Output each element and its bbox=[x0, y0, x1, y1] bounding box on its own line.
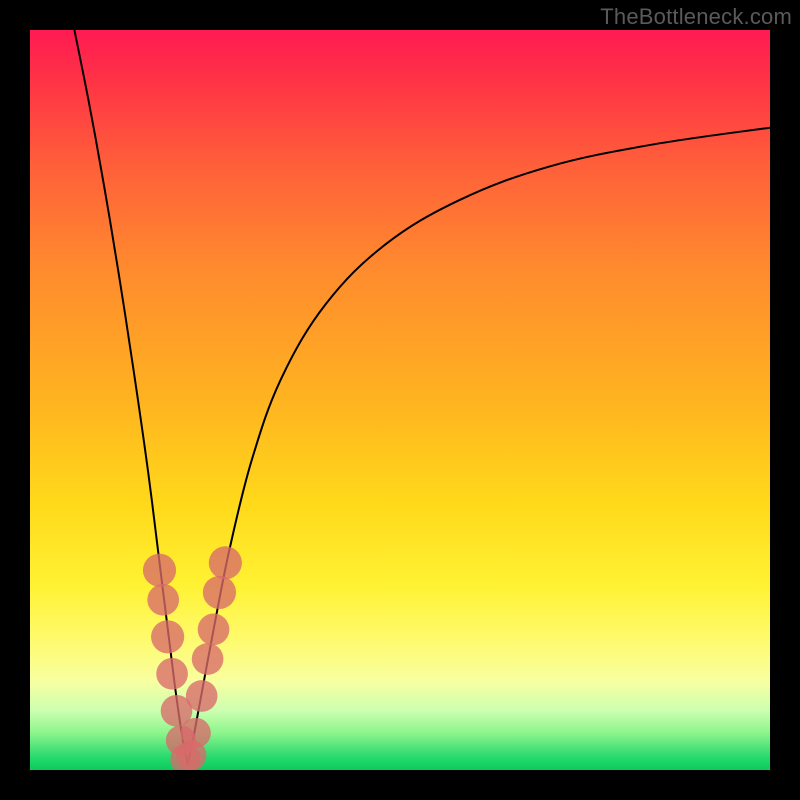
data-marker bbox=[209, 546, 242, 579]
curve-right-branch bbox=[188, 128, 770, 764]
curve-left-branch bbox=[74, 30, 187, 764]
data-marker bbox=[151, 620, 184, 653]
markers-group bbox=[143, 546, 242, 770]
data-marker bbox=[192, 643, 224, 675]
watermark-label: TheBottleneck.com bbox=[600, 4, 792, 30]
data-marker bbox=[186, 680, 218, 712]
data-marker bbox=[181, 718, 211, 748]
plot-area bbox=[30, 30, 770, 770]
data-marker bbox=[147, 584, 179, 616]
data-marker bbox=[203, 576, 236, 609]
data-marker bbox=[156, 658, 188, 690]
data-marker bbox=[143, 554, 176, 587]
curve-layer bbox=[30, 30, 770, 770]
chart-frame: TheBottleneck.com bbox=[0, 0, 800, 800]
data-marker bbox=[198, 614, 230, 646]
